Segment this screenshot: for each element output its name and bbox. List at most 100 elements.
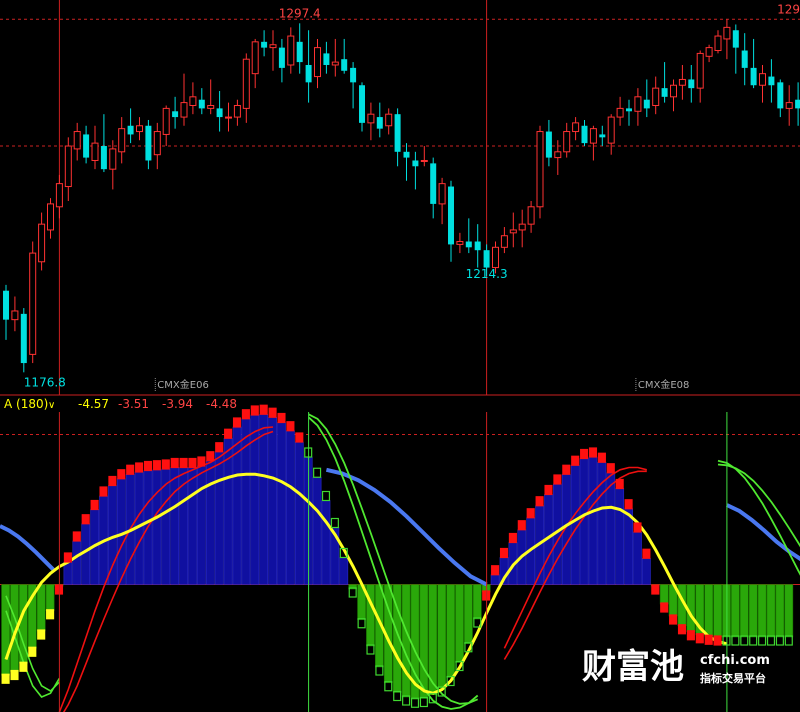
candle-body (492, 246, 499, 269)
step-marker (108, 475, 117, 487)
step-marker (669, 614, 678, 625)
candle-body (616, 107, 624, 118)
step-marker (135, 462, 144, 473)
step-marker (81, 514, 90, 525)
candle-body (216, 108, 223, 118)
step-marker (580, 448, 589, 460)
candle-body (233, 105, 241, 118)
candle-body (759, 73, 766, 86)
candle-body (38, 223, 46, 263)
histogram-bar (152, 469, 162, 585)
histogram-bar (615, 488, 625, 585)
indicator-value-2: -3.51 (118, 397, 149, 411)
histogram-bar (197, 465, 206, 585)
step-marker (277, 412, 286, 424)
candle-body (563, 131, 571, 153)
candle-body (261, 41, 268, 48)
step-marker (633, 522, 642, 533)
histogram-bar (1, 584, 10, 676)
step-marker (660, 602, 669, 613)
candle-body (20, 313, 27, 364)
step-marker (606, 463, 615, 474)
histogram-bar (464, 584, 473, 645)
candle-body (500, 235, 508, 248)
candle-body (145, 125, 152, 161)
histogram-bar (748, 584, 758, 638)
step-marker (553, 474, 562, 485)
step-marker (544, 484, 553, 496)
candle-body (732, 30, 739, 48)
candle-body (47, 203, 54, 231)
candle-body (55, 183, 63, 208)
candle-body (109, 148, 117, 170)
step-marker (143, 460, 153, 472)
histogram-bar (766, 584, 776, 638)
candle-body (198, 99, 205, 109)
candle-body (527, 206, 535, 225)
candle-body (180, 102, 188, 118)
candle-body (661, 88, 668, 97)
candle-body (305, 64, 312, 83)
candle-body (287, 35, 295, 66)
candle-body (11, 310, 19, 321)
candle-body (634, 96, 642, 112)
step-marker (1, 673, 10, 684)
histogram-bar (45, 584, 55, 612)
watermark-domain: cfchi.com (700, 653, 770, 668)
histogram-bar (294, 441, 304, 585)
histogram-bar (713, 584, 722, 638)
watermark-tagline: 指标交易平台 (700, 671, 766, 685)
step-marker (268, 407, 277, 418)
histogram-bar (63, 561, 73, 585)
step-marker (188, 457, 197, 469)
indicator-value-3: -3.94 (162, 397, 193, 411)
step-marker (19, 661, 28, 672)
step-marker (624, 499, 633, 510)
step-marker (499, 547, 509, 559)
step-marker (206, 451, 215, 462)
step-marker (10, 669, 19, 681)
histogram-bar (268, 416, 277, 585)
candle (536, 125, 544, 219)
histogram-bar (339, 557, 349, 585)
histogram-bar (757, 584, 767, 638)
step-marker (117, 469, 126, 480)
histogram-bar (116, 478, 126, 585)
histogram-bar (490, 574, 500, 585)
price-annotation: 1176.8 (24, 375, 66, 389)
candle-body (474, 241, 481, 251)
candle-body (323, 53, 330, 65)
histogram-bar (784, 584, 794, 638)
candle-body (100, 146, 107, 170)
chevron-down-icon[interactable]: ∨ (48, 400, 55, 411)
chart-stage: 1297.41298.81214.31176.8 CMX金E06CMX金E08 … (0, 0, 800, 712)
candle-body (768, 76, 775, 86)
step-marker (90, 499, 99, 511)
candle-body (29, 252, 37, 355)
step-marker (259, 404, 268, 415)
candle (29, 241, 37, 364)
candle-body (536, 131, 544, 208)
candle-body (545, 131, 552, 158)
candle (20, 308, 27, 373)
histogram-bar (731, 584, 740, 638)
candle-body (652, 87, 660, 106)
price-annotation: 1298.8 (777, 2, 800, 16)
histogram-bar (588, 456, 598, 585)
step-marker (526, 508, 535, 519)
candle-body (688, 79, 695, 89)
histogram-bar (561, 473, 571, 585)
candle-body (456, 241, 464, 245)
step-marker (677, 624, 687, 635)
step-marker (72, 531, 81, 542)
step-marker (161, 459, 170, 470)
candle-body (643, 99, 650, 109)
candle-body (572, 122, 580, 133)
step-marker (99, 486, 108, 497)
step-marker (224, 428, 233, 439)
watermark-brand: 财富池 (582, 647, 684, 687)
histogram-bar (775, 584, 785, 638)
candle-body (207, 105, 215, 109)
candle-body (785, 102, 793, 109)
candle-body (581, 125, 588, 144)
